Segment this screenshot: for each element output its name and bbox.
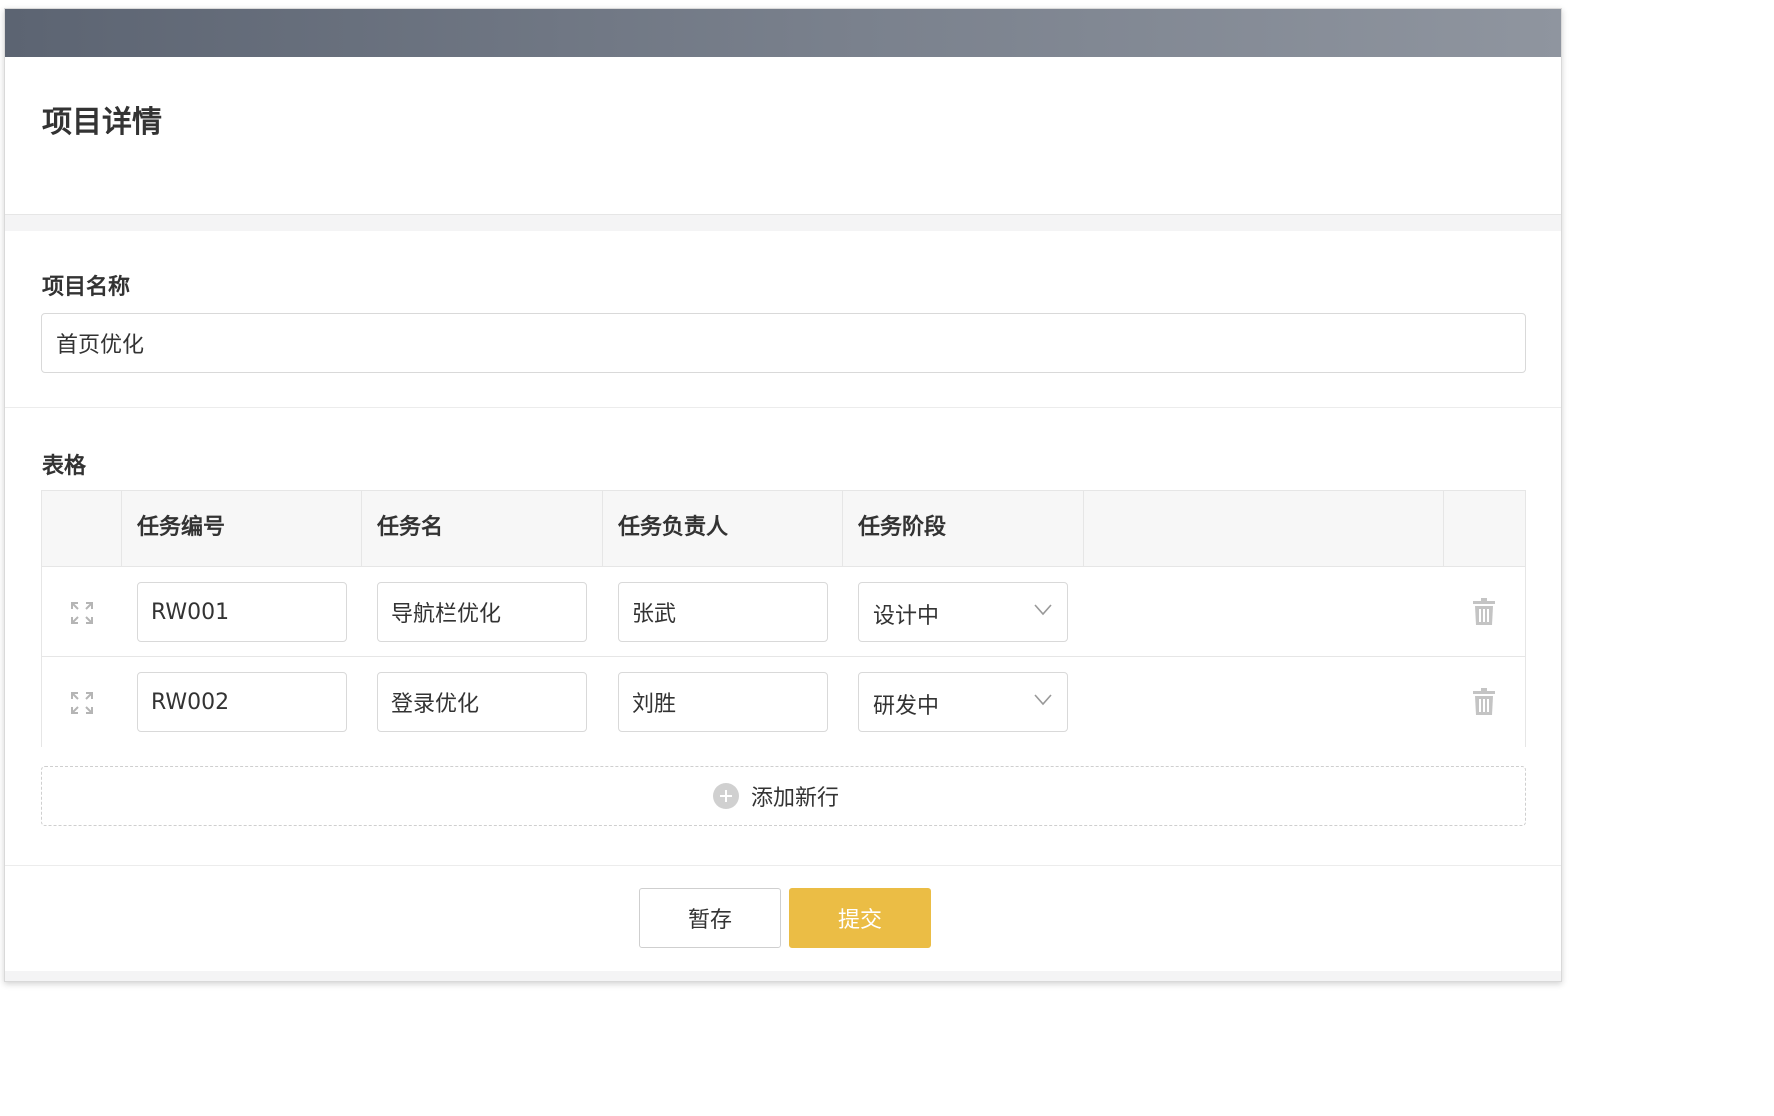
- task-owner-input[interactable]: [618, 672, 828, 732]
- chevron-down-icon: [1034, 604, 1052, 616]
- task-stage-select[interactable]: 设计中: [858, 582, 1068, 642]
- form-footer: 暂存 提交: [5, 865, 1561, 971]
- project-name-input[interactable]: [41, 313, 1526, 373]
- task-stage-value: 研发中: [873, 694, 940, 719]
- window-titlebar: [5, 9, 1561, 57]
- header-task-owner: 任务负责人: [618, 515, 729, 540]
- task-table: 任务编号 任务名 任务负责人 任务阶段 RW001 导航栏优化 张武 设计中 R…: [41, 490, 1526, 747]
- task-name-input[interactable]: [377, 672, 587, 732]
- add-row-button[interactable]: 添加新行: [41, 766, 1526, 826]
- header-task-stage: 任务阶段: [858, 515, 947, 540]
- trash-icon[interactable]: [1472, 688, 1496, 716]
- project-name-label: 项目名称: [42, 275, 131, 300]
- table-label: 表格: [42, 454, 87, 479]
- table-header: 任务编号 任务名 任务负责人 任务阶段: [42, 491, 1525, 567]
- section-divider: [5, 407, 1561, 408]
- table-row: 研发中: [42, 657, 1525, 747]
- header-task-id: 任务编号: [137, 515, 226, 540]
- task-id-input[interactable]: [137, 582, 347, 642]
- page-header: 项目详情: [5, 57, 1561, 215]
- expand-arrows-icon[interactable]: [70, 691, 94, 715]
- trash-icon[interactable]: [1472, 598, 1496, 626]
- add-row-label: 添加新行: [751, 786, 840, 811]
- chevron-down-icon: [1034, 694, 1052, 706]
- task-stage-value: 设计中: [873, 604, 940, 629]
- header-task-name: 任务名: [377, 515, 444, 540]
- plus-circle-icon: [713, 783, 739, 809]
- task-name-input[interactable]: [377, 582, 587, 642]
- table-row: 设计中: [42, 567, 1525, 657]
- page-title: 项目详情: [42, 105, 162, 140]
- save-draft-button[interactable]: 暂存: [639, 888, 781, 948]
- app-window: 项目详情 项目名称 表格 任务编号 任务名 任务负责人 任务阶段: [4, 8, 1562, 982]
- task-stage-select[interactable]: 研发中: [858, 672, 1068, 732]
- task-id-input[interactable]: [137, 672, 347, 732]
- form-card: 项目名称 表格 任务编号 任务名 任务负责人 任务阶段: [5, 231, 1561, 865]
- submit-button[interactable]: 提交: [789, 888, 931, 948]
- expand-arrows-icon[interactable]: [70, 601, 94, 625]
- task-owner-input[interactable]: [618, 582, 828, 642]
